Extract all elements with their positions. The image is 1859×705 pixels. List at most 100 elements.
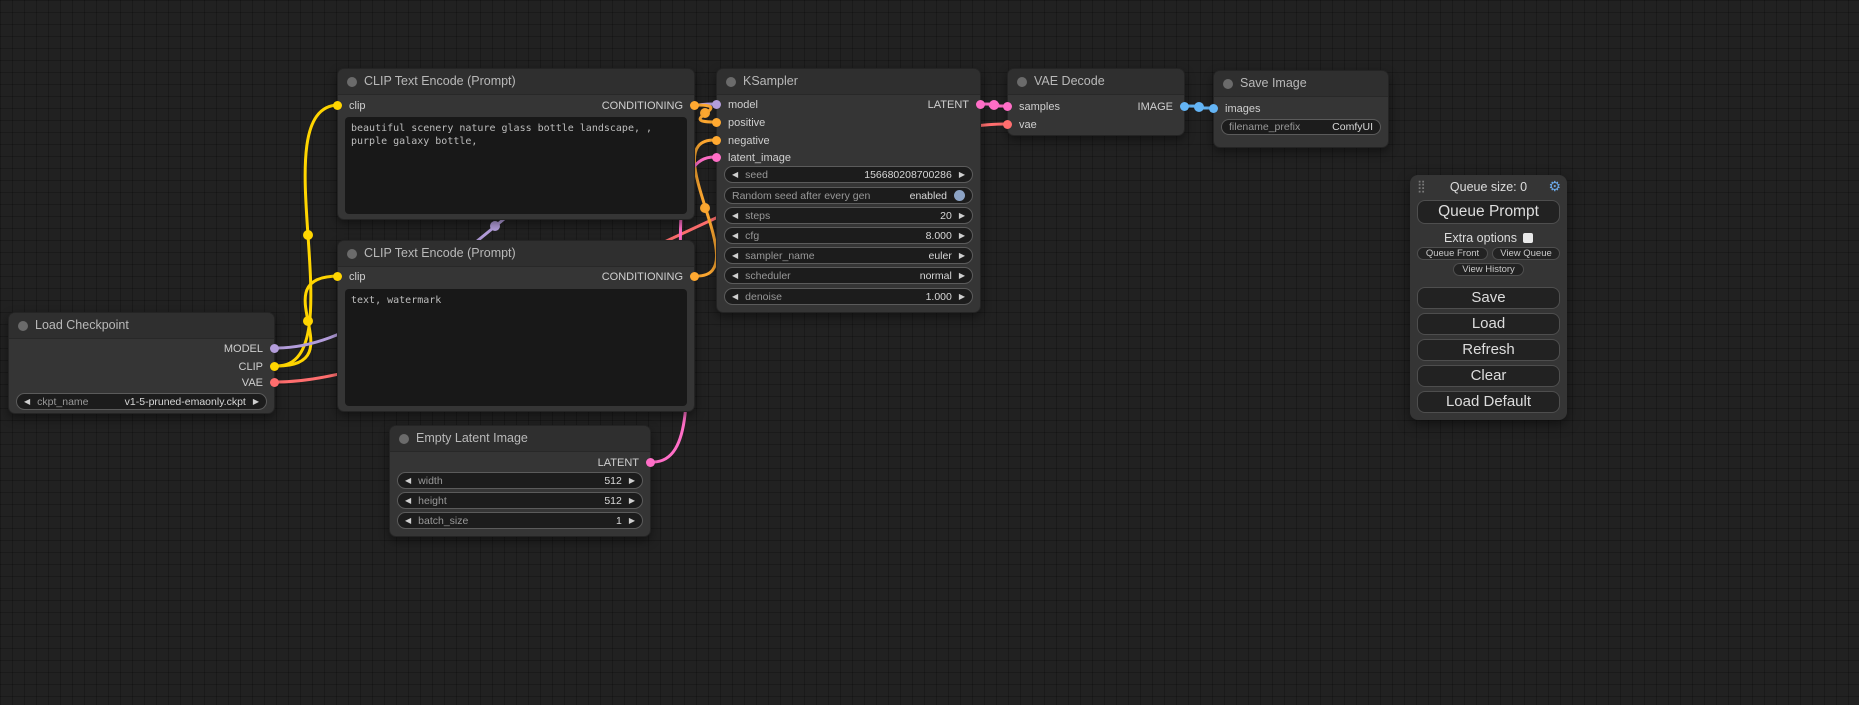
output-port-clip[interactable] (270, 362, 279, 371)
widget-cfg[interactable]: ◀ cfg 8.000 ▶ (724, 227, 973, 244)
output-port-vae[interactable] (270, 378, 279, 387)
node-canvas[interactable]: Load Checkpoint MODEL CLIP VAE ◀ ckpt_na… (0, 0, 1859, 705)
collapse-dot-icon[interactable] (1017, 77, 1027, 87)
collapse-dot-icon[interactable] (399, 434, 409, 444)
collapse-dot-icon[interactable] (726, 77, 736, 87)
prompt-textarea[interactable]: text, watermark (345, 289, 687, 406)
input-port-negative[interactable] (712, 136, 721, 145)
decrement-arrow-icon[interactable]: ◀ (732, 268, 738, 283)
output-port-conditioning[interactable] (690, 101, 699, 110)
widget-filename-prefix[interactable]: filename_prefix ComfyUI (1221, 119, 1381, 135)
collapse-dot-icon[interactable] (18, 321, 28, 331)
widget-scheduler[interactable]: ◀ scheduler normal ▶ (724, 267, 973, 284)
output-port-model[interactable] (270, 344, 279, 353)
increment-arrow-icon[interactable]: ▶ (629, 493, 635, 508)
input-port-images[interactable] (1209, 104, 1218, 113)
decrement-arrow-icon[interactable]: ◀ (732, 208, 738, 223)
decrement-arrow-icon[interactable]: ◀ (24, 394, 30, 409)
input-port-clip[interactable] (333, 101, 342, 110)
node-empty-latent-image[interactable]: Empty Latent Image LATENT ◀ width 512 ▶ … (389, 425, 651, 537)
increment-arrow-icon[interactable]: ▶ (253, 394, 259, 409)
widget-value: 20 (940, 210, 952, 222)
increment-arrow-icon[interactable]: ▶ (959, 167, 965, 182)
decrement-arrow-icon[interactable]: ◀ (732, 228, 738, 243)
widget-width[interactable]: ◀ width 512 ▶ (397, 472, 643, 489)
node-title-bar[interactable]: Load Checkpoint (9, 313, 274, 339)
node-title-bar[interactable]: CLIP Text Encode (Prompt) (338, 241, 694, 267)
view-queue-button[interactable]: View Queue (1492, 247, 1560, 260)
widget-random-seed[interactable]: Random seed after every gen enabled (724, 187, 973, 204)
output-port-conditioning[interactable] (690, 272, 699, 281)
node-title-bar[interactable]: KSampler (717, 69, 980, 95)
node-title-bar[interactable]: VAE Decode (1008, 69, 1184, 95)
input-slot-clip: clip (349, 100, 366, 112)
increment-arrow-icon[interactable]: ▶ (959, 289, 965, 304)
increment-arrow-icon[interactable]: ▶ (959, 268, 965, 283)
output-port-latent[interactable] (976, 100, 985, 109)
collapse-dot-icon[interactable] (347, 249, 357, 259)
widget-seed[interactable]: ◀ seed 156680208700286 ▶ (724, 166, 973, 183)
widget-label: seed (745, 169, 768, 181)
decrement-arrow-icon[interactable]: ◀ (732, 248, 738, 263)
node-load-checkpoint[interactable]: Load Checkpoint MODEL CLIP VAE ◀ ckpt_na… (8, 312, 275, 414)
node-title: CLIP Text Encode (Prompt) (364, 74, 516, 88)
increment-arrow-icon[interactable]: ▶ (629, 473, 635, 488)
widget-label: denoise (745, 291, 782, 303)
prompt-textarea[interactable]: beautiful scenery nature glass bottle la… (345, 117, 687, 214)
widget-steps[interactable]: ◀ steps 20 ▶ (724, 207, 973, 224)
toggle-knob-icon[interactable] (954, 190, 965, 201)
node-title-bar[interactable]: CLIP Text Encode (Prompt) (338, 69, 694, 95)
extra-options-label: Extra options (1444, 231, 1517, 245)
increment-arrow-icon[interactable]: ▶ (959, 248, 965, 263)
link-midpoint-dot (700, 203, 710, 213)
node-clip-text-encode-negative[interactable]: CLIP Text Encode (Prompt) clip CONDITION… (337, 240, 695, 412)
input-port-clip[interactable] (333, 272, 342, 281)
widget-value: normal (920, 270, 952, 282)
node-vae-decode[interactable]: VAE Decode samples vae IMAGE (1007, 68, 1185, 136)
collapse-dot-icon[interactable] (1223, 79, 1233, 89)
input-port-model[interactable] (712, 100, 721, 109)
load-button[interactable]: Load (1417, 313, 1560, 335)
node-title-bar[interactable]: Empty Latent Image (390, 426, 650, 452)
node-ksampler[interactable]: KSampler model positive negative latent_… (716, 68, 981, 313)
input-port-vae[interactable] (1003, 120, 1012, 129)
decrement-arrow-icon[interactable]: ◀ (405, 513, 411, 528)
input-port-latent-image[interactable] (712, 153, 721, 162)
queue-prompt-button[interactable]: Queue Prompt (1417, 200, 1560, 224)
decrement-arrow-icon[interactable]: ◀ (732, 289, 738, 304)
input-slot-vae: vae (1019, 119, 1037, 131)
node-title: KSampler (743, 74, 798, 88)
node-clip-text-encode-positive[interactable]: CLIP Text Encode (Prompt) clip CONDITION… (337, 68, 695, 220)
node-title-bar[interactable]: Save Image (1214, 71, 1388, 97)
widget-label: scheduler (745, 270, 791, 282)
decrement-arrow-icon[interactable]: ◀ (732, 167, 738, 182)
settings-gear-icon[interactable]: ⚙ (1548, 178, 1561, 195)
view-history-button[interactable]: View History (1453, 263, 1524, 276)
collapse-dot-icon[interactable] (347, 77, 357, 87)
clear-button[interactable]: Clear (1417, 365, 1560, 387)
load-default-button[interactable]: Load Default (1417, 391, 1560, 413)
widget-ckpt-name[interactable]: ◀ ckpt_name v1-5-pruned-emaonly.ckpt ▶ (16, 393, 267, 410)
decrement-arrow-icon[interactable]: ◀ (405, 473, 411, 488)
increment-arrow-icon[interactable]: ▶ (959, 228, 965, 243)
output-port-image[interactable] (1180, 102, 1189, 111)
widget-height[interactable]: ◀ height 512 ▶ (397, 492, 643, 509)
refresh-button[interactable]: Refresh (1417, 339, 1560, 361)
widget-value: 1.000 (926, 291, 952, 303)
input-port-samples[interactable] (1003, 102, 1012, 111)
widget-batch-size[interactable]: ◀ batch_size 1 ▶ (397, 512, 643, 529)
widget-value: enabled (910, 190, 947, 202)
node-save-image[interactable]: Save Image images filename_prefix ComfyU… (1213, 70, 1389, 148)
increment-arrow-icon[interactable]: ▶ (629, 513, 635, 528)
extra-options-checkbox[interactable] (1523, 233, 1533, 243)
widget-value: v1-5-pruned-emaonly.ckpt (125, 396, 246, 408)
increment-arrow-icon[interactable]: ▶ (959, 208, 965, 223)
widget-sampler-name[interactable]: ◀ sampler_name euler ▶ (724, 247, 973, 264)
widget-denoise[interactable]: ◀ denoise 1.000 ▶ (724, 288, 973, 305)
widget-value: 8.000 (926, 230, 952, 242)
decrement-arrow-icon[interactable]: ◀ (405, 493, 411, 508)
input-port-positive[interactable] (712, 118, 721, 127)
save-button[interactable]: Save (1417, 287, 1560, 309)
output-port-latent[interactable] (646, 458, 655, 467)
queue-front-button[interactable]: Queue Front (1417, 247, 1488, 260)
